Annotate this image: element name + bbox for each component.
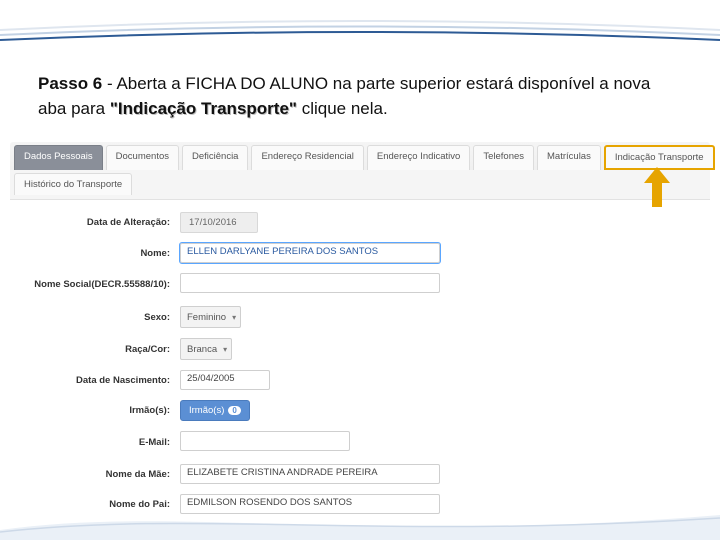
label-nome-mae: Nome da Mãe:	[20, 469, 180, 480]
top-decorative-border	[0, 18, 720, 44]
step-label: Passo 6	[38, 74, 102, 93]
input-nome-pai[interactable]: EDMILSON ROSENDO DOS SANTOS	[180, 494, 440, 514]
callout-arrow-icon	[644, 167, 670, 207]
tab-endere-o-residencial[interactable]: Endereço Residencial	[251, 145, 363, 170]
badge-irmaos-count: 0	[228, 406, 240, 415]
label-sexo: Sexo:	[20, 312, 180, 323]
label-nome-pai: Nome do Pai:	[20, 499, 180, 510]
app-screenshot: Dados PessoaisDocumentosDeficiênciaEnder…	[10, 142, 710, 524]
tab-endere-o-indicativo[interactable]: Endereço Indicativo	[367, 145, 470, 170]
input-data-nascimento[interactable]: 25/04/2005	[180, 370, 270, 390]
form-area: Data de Alteração: 17/10/2016 Nome: ELLE…	[10, 200, 710, 514]
label-nome: Nome:	[20, 248, 180, 259]
label-nome-social: Nome Social(DECR.55588/10):	[20, 279, 180, 290]
label-data-alteracao: Data de Alteração:	[20, 217, 180, 228]
tabs-secondary-row: Histórico do Transporte	[10, 170, 710, 200]
highlighted-tab-name: "Indicação Transporte"	[110, 99, 297, 118]
label-irmaos: Irmão(s):	[20, 405, 180, 416]
tab-telefones[interactable]: Telefones	[473, 145, 534, 170]
tab-dados-pessoais[interactable]: Dados Pessoais	[14, 145, 103, 170]
tab-matr-culas[interactable]: Matrículas	[537, 145, 601, 170]
select-raca-cor[interactable]: Branca ▾	[180, 338, 232, 360]
label-email: E-Mail:	[20, 437, 180, 448]
label-data-nascimento: Data de Nascimento:	[20, 375, 180, 386]
tab-hist-rico-do-transporte[interactable]: Histórico do Transporte	[14, 173, 132, 195]
label-raca-cor: Raça/Cor:	[20, 344, 180, 355]
value-data-alteracao: 17/10/2016	[180, 212, 258, 233]
input-nome-mae[interactable]: ELIZABETE CRISTINA ANDRADE PEREIRA	[180, 464, 440, 484]
chevron-down-icon: ▾	[232, 313, 236, 322]
instruction-text: Passo 6 - Aberta a FICHA DO ALUNO na par…	[38, 72, 678, 121]
tab-defici-ncia[interactable]: Deficiência	[182, 145, 248, 170]
tab-documentos[interactable]: Documentos	[106, 145, 179, 170]
select-sexo[interactable]: Feminino ▾	[180, 306, 241, 328]
tabs-primary-row: Dados PessoaisDocumentosDeficiênciaEnder…	[10, 142, 710, 170]
button-irmaos[interactable]: Irmão(s) 0	[180, 400, 250, 421]
input-email[interactable]	[180, 431, 350, 451]
input-nome-social[interactable]	[180, 273, 440, 293]
input-nome[interactable]: ELLEN DARLYANE PEREIRA DOS SANTOS	[180, 243, 440, 263]
chevron-down-icon: ▾	[223, 345, 227, 354]
